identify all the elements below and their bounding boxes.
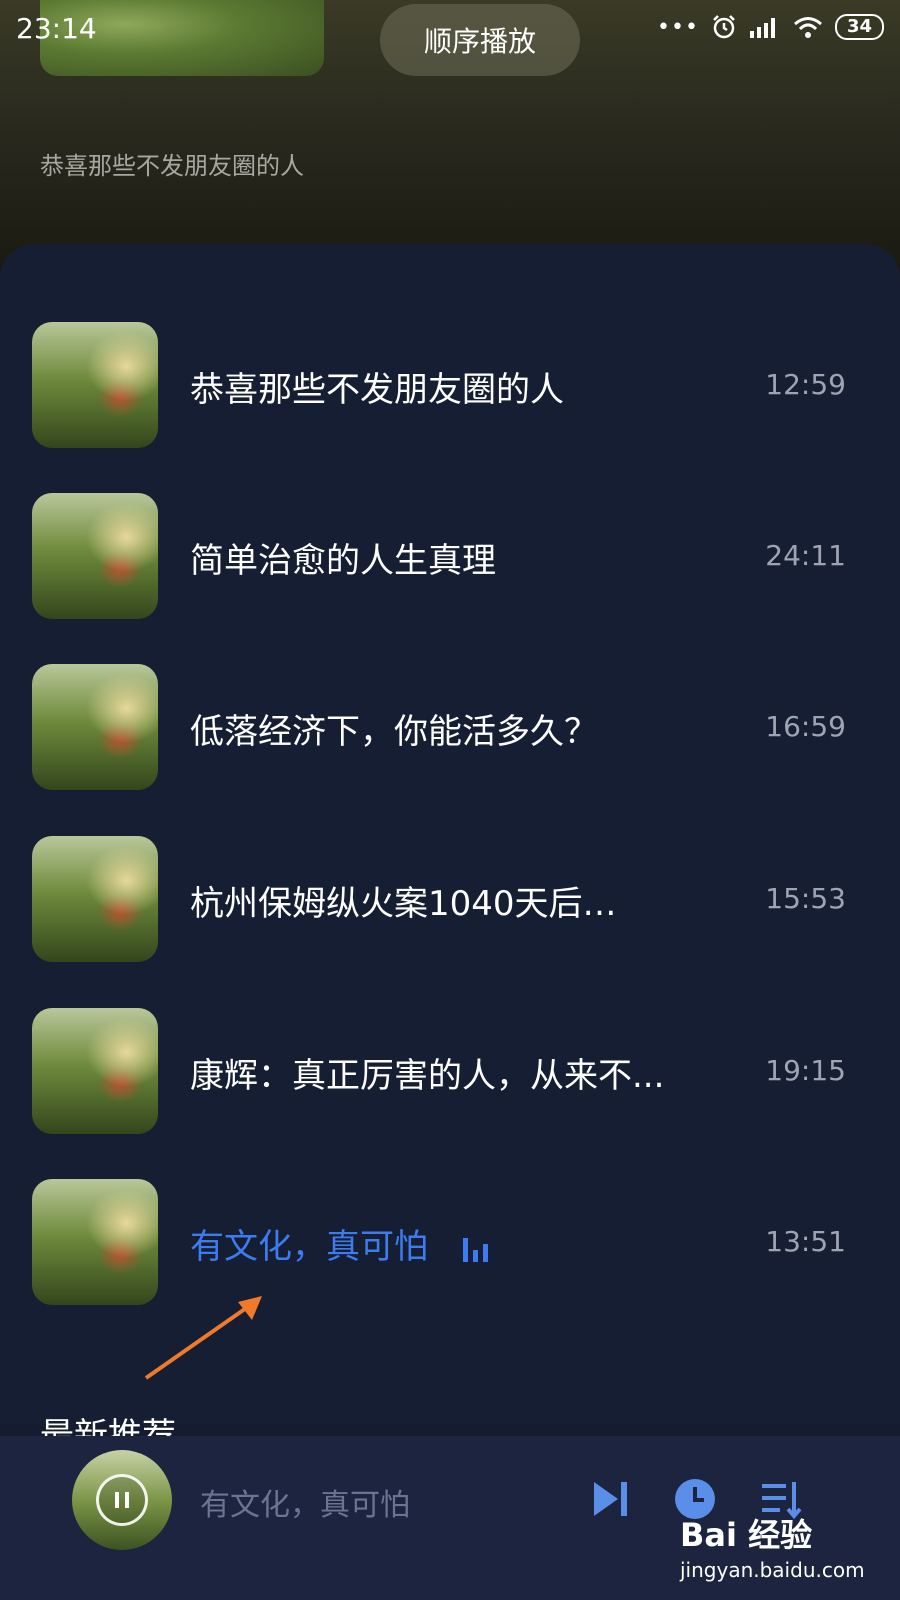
- track-title-active: 有文化，真可怕: [190, 1219, 730, 1268]
- player-thumbnail[interactable]: [72, 1450, 172, 1550]
- track-thumbnail: [32, 1179, 158, 1305]
- album-title: 恭喜那些不发朋友圈的人: [40, 152, 304, 180]
- watermark-url: jingyan.baidu.com: [680, 1558, 865, 1582]
- track-title: 恭喜那些不发朋友圈的人: [190, 370, 564, 410]
- track-title: 康辉：真正厉害的人，从来不...: [190, 1056, 665, 1096]
- signal-icon: [749, 18, 775, 38]
- track-item[interactable]: 恭喜那些不发朋友圈的人 12:59: [0, 322, 900, 448]
- equalizer-icon: [462, 1236, 488, 1262]
- watermark-logo: Bai 经验: [680, 1516, 813, 1554]
- track-item[interactable]: 康辉：真正厉害的人，从来不... 19:15: [0, 1008, 900, 1134]
- battery-indicator: 34: [834, 14, 884, 40]
- wifi-icon: [793, 17, 822, 38]
- track-duration: 15:53: [765, 882, 846, 915]
- play-mode-button[interactable]: 顺序播放: [380, 4, 580, 76]
- status-icons: ••• 34: [657, 14, 884, 40]
- track-duration: 24:11: [765, 539, 846, 572]
- track-title: 低落经济下，你能活多久？: [190, 712, 598, 752]
- now-playing-title: 有文化，真可怕: [200, 1488, 410, 1523]
- track-title: 杭州保姆纵火案1040天后…: [190, 884, 617, 924]
- track-duration: 19:15: [765, 1054, 846, 1087]
- track-item-active[interactable]: 有文化，真可怕 13:51: [0, 1179, 900, 1305]
- track-thumbnail: [32, 322, 158, 448]
- track-duration: 13:51: [765, 1225, 846, 1258]
- track-item[interactable]: 低落经济下，你能活多久？ 16:59: [0, 664, 900, 790]
- alarm-icon: [713, 15, 735, 39]
- track-duration: 12:59: [765, 368, 846, 401]
- more-dots-icon: •••: [657, 14, 699, 40]
- track-thumbnail: [32, 493, 158, 619]
- status-time: 23:14: [16, 12, 97, 45]
- pause-icon[interactable]: [96, 1474, 148, 1526]
- annotation-arrow: [144, 1296, 262, 1380]
- track-thumbnail: [32, 1008, 158, 1134]
- track-title: 简单治愈的人生真理: [190, 541, 496, 581]
- track-thumbnail: [32, 836, 158, 962]
- active-track-label: 有文化，真可怕: [190, 1227, 428, 1267]
- track-duration: 16:59: [765, 710, 846, 743]
- next-track-icon[interactable]: [588, 1476, 634, 1522]
- track-item[interactable]: 简单治愈的人生真理 24:11: [0, 493, 900, 619]
- track-thumbnail: [32, 664, 158, 790]
- track-item[interactable]: 杭州保姆纵火案1040天后… 15:53: [0, 836, 900, 962]
